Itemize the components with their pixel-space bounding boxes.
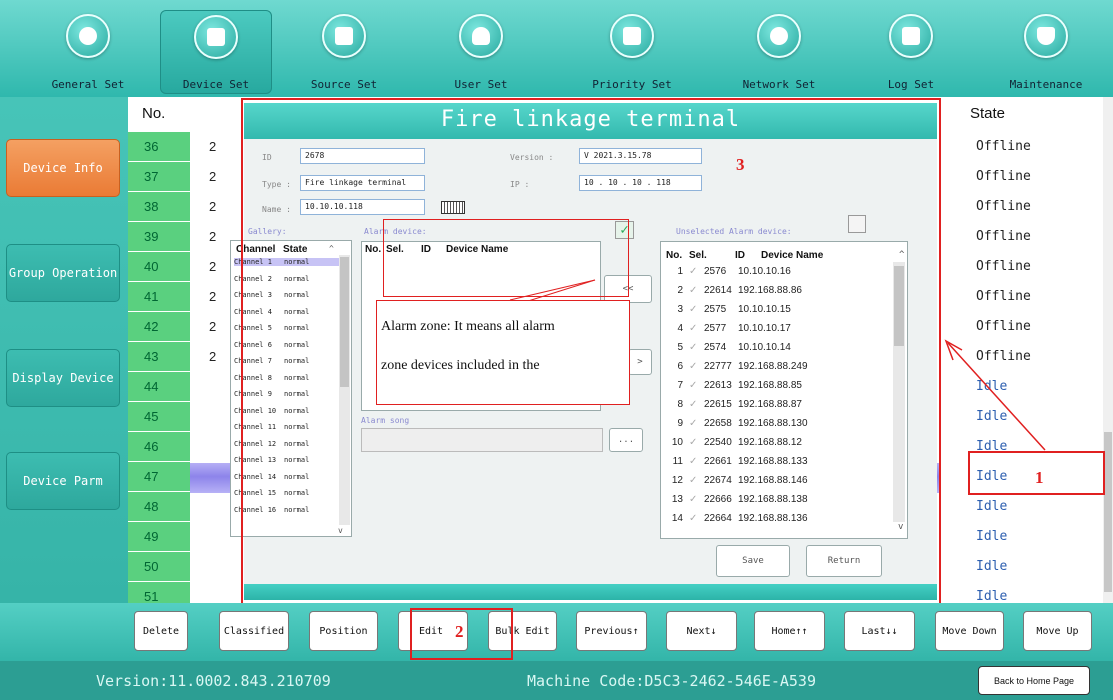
annotation-marker-2: 2: [455, 622, 464, 641]
sidebar-device-parm[interactable]: Device Parm: [6, 452, 120, 510]
row-state: Offline: [976, 349, 1031, 364]
table-scrollbar-thumb[interactable]: [1104, 432, 1112, 592]
annotation-alarm-zone-box: [383, 219, 629, 297]
version-text: Version:11.0002.843.210709: [96, 672, 331, 690]
last-button[interactable]: Last↓↓: [844, 611, 915, 651]
globe-icon: [757, 14, 801, 58]
row-state: Offline: [976, 259, 1031, 274]
row-number[interactable]: 39: [128, 222, 190, 252]
row-state: Offline: [976, 289, 1031, 304]
nav-label: Priority Set: [592, 78, 672, 91]
sidebar: Device Info Group Operation Display Devi…: [0, 97, 128, 603]
delete-button[interactable]: Delete: [134, 611, 188, 651]
row-state: Idle: [976, 529, 1008, 544]
row-state: Idle: [976, 589, 1008, 604]
row-number[interactable]: 48: [128, 492, 190, 522]
sidebar-group-operation[interactable]: Group Operation: [6, 244, 120, 302]
home-button[interactable]: Home↑↑: [754, 611, 825, 651]
nav-label: Network Set: [742, 78, 816, 91]
row-state: Idle: [976, 499, 1008, 514]
no-column-header: No.: [142, 105, 166, 122]
row-number[interactable]: 50: [128, 552, 190, 582]
state-column-header: State: [970, 105, 1006, 122]
row-id-fragment: 2: [209, 349, 217, 364]
nav-device-set[interactable]: Device Set: [160, 10, 272, 94]
row-state: Offline: [976, 139, 1031, 154]
bar-chart-icon: [610, 14, 654, 58]
machine-code-text: Machine Code:D5C3-2462-546E-A539: [527, 672, 816, 690]
move-up-button[interactable]: Move Up: [1023, 611, 1092, 651]
user-icon: [459, 14, 503, 58]
row-id-fragment: 2: [209, 139, 217, 154]
row-number[interactable]: 45: [128, 402, 190, 432]
row-state: Offline: [976, 199, 1031, 214]
row-number[interactable]: 43: [128, 342, 190, 372]
nav-source-set[interactable]: Source Set: [288, 0, 400, 97]
sidebar-device-info[interactable]: Device Info: [6, 139, 120, 197]
previous-button[interactable]: Previous↑: [576, 611, 647, 651]
nav-label: General Set: [51, 78, 125, 91]
sidebar-display-device[interactable]: Display Device: [6, 349, 120, 407]
row-number[interactable]: 44: [128, 372, 190, 402]
top-navigation: General Set Device Set Source Set User S…: [0, 0, 1113, 97]
back-to-home-button[interactable]: Back to Home Page: [978, 666, 1090, 695]
row-number[interactable]: 41: [128, 282, 190, 312]
shield-icon: [1024, 14, 1068, 58]
callout-line-1: Alarm zone: It means all alarm: [381, 319, 555, 334]
nav-general-set[interactable]: General Set: [32, 0, 144, 97]
nav-label: Log Set: [887, 78, 935, 91]
move-down-button[interactable]: Move Down: [935, 611, 1004, 651]
row-number[interactable]: 46: [128, 432, 190, 462]
gear-icon: [66, 14, 110, 58]
row-state: Offline: [976, 229, 1031, 244]
nav-label: User Set: [454, 78, 508, 91]
row-state: Idle: [976, 559, 1008, 574]
grid-icon: [194, 15, 238, 59]
row-number[interactable]: 47: [128, 462, 190, 492]
state-column: State Offline Offline Offline Offline Offlin…: [940, 97, 1103, 604]
nav-log-set[interactable]: Log Set: [855, 0, 967, 97]
annotation-marker-1: 1: [1035, 468, 1044, 487]
row-state: Offline: [976, 319, 1031, 334]
row-number[interactable]: 49: [128, 522, 190, 552]
next-button[interactable]: Next↓: [666, 611, 737, 651]
nav-user-set[interactable]: User Set: [425, 0, 537, 97]
device-number-column: No. 36 37 38 39 40 41 42 43 44 45 46 47 48 49 50 51: [128, 97, 190, 603]
alarm-zone-callout: Alarm zone: It means all alarm zone devi…: [376, 300, 630, 405]
row-id-fragment: 2: [209, 319, 217, 334]
nav-priority-set[interactable]: Priority Set: [576, 0, 688, 97]
nav-label: Maintenance: [1009, 78, 1083, 91]
callout-line-2: zone devices included in the: [381, 358, 540, 373]
row-id-fragment: 2: [209, 259, 217, 274]
row-id-fragment: 2: [209, 229, 217, 244]
row-id-fragment: 2: [209, 289, 217, 304]
calendar-icon: [889, 14, 933, 58]
annotation-marker-3: 3: [736, 155, 745, 174]
music-note-icon: [322, 14, 366, 58]
row-number[interactable]: 37: [128, 162, 190, 192]
nav-maintenance[interactable]: Maintenance: [990, 0, 1102, 97]
row-id-fragment: 2: [209, 199, 217, 214]
nav-label: Source Set: [310, 78, 378, 91]
row-id-fragment: 2: [209, 169, 217, 184]
row-number[interactable]: 38: [128, 192, 190, 222]
row-number[interactable]: 42: [128, 312, 190, 342]
row-number[interactable]: 36: [128, 132, 190, 162]
row-state: Idle: [976, 409, 1008, 424]
classified-button[interactable]: Classified: [219, 611, 289, 651]
position-button[interactable]: Position: [309, 611, 378, 651]
nav-network-set[interactable]: Network Set: [723, 0, 835, 97]
nav-label: Device Set: [182, 78, 250, 91]
row-state: Offline: [976, 169, 1031, 184]
row-state: Idle: [976, 379, 1008, 394]
row-number[interactable]: 40: [128, 252, 190, 282]
row-number[interactable]: 51: [128, 582, 190, 603]
